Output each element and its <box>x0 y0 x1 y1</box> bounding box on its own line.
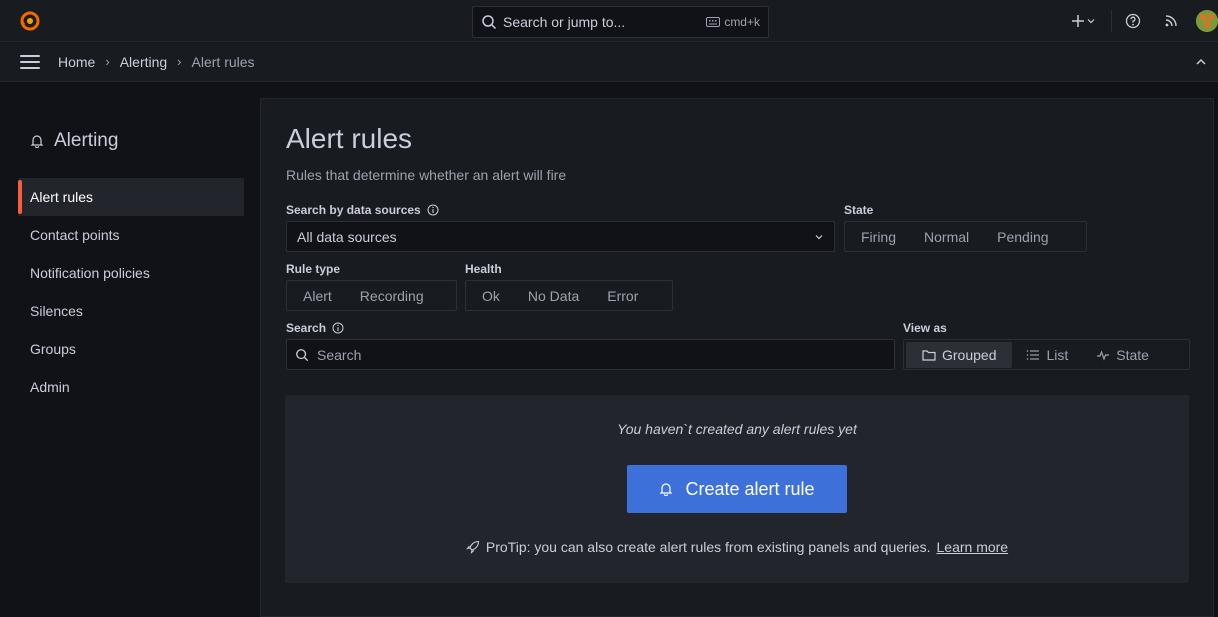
learn-more-link[interactable]: Learn more <box>937 539 1009 555</box>
state-label-text: State <box>844 203 874 217</box>
search-input[interactable]: Search <box>286 339 895 370</box>
sidebar-item-admin[interactable]: Admin <box>18 368 244 406</box>
rocket-icon <box>466 540 479 554</box>
page-title: Alert rules <box>286 123 413 154</box>
search-label: Search <box>286 321 344 335</box>
health-option-error[interactable]: Error <box>593 283 652 309</box>
breadcrumb-alert-rules: Alert rules <box>191 53 255 70</box>
folder-icon <box>922 349 936 361</box>
rule-type-filter: Alert Recording <box>286 280 457 311</box>
chevron-right-icon: › <box>177 54 182 69</box>
create-alert-rule-label: Create alert rule <box>685 478 815 499</box>
search-placeholder: Search <box>317 346 362 363</box>
plus-icon <box>1072 15 1084 27</box>
info-icon[interactable] <box>427 204 439 216</box>
view-as-option-grouped[interactable]: Grouped <box>906 341 1013 368</box>
section-nav: Alerting Alert rules Contact points Noti… <box>0 82 260 617</box>
state-option-pending[interactable]: Pending <box>983 224 1062 250</box>
breadcrumb-bar: Home › Alerting › Alert rules <box>0 42 1218 82</box>
bell-icon <box>30 135 44 148</box>
sidebar-item-alert-rules[interactable]: Alert rules <box>18 178 244 216</box>
datasource-select-value: All data sources <box>297 228 397 245</box>
empty-state-message: You haven`t created any alert rules yet <box>617 421 857 437</box>
rule-type-label: Rule type <box>286 262 340 276</box>
shortcut-label: cmd+k <box>724 15 760 29</box>
create-alert-rule-button[interactable]: Create alert rule <box>627 465 847 513</box>
help-icon <box>1125 13 1141 29</box>
state-option-normal[interactable]: Normal <box>910 224 983 250</box>
section-title: Alerting <box>30 130 118 152</box>
protip: ProTip: you can also create alert rules … <box>285 539 1189 555</box>
health-label: Health <box>465 262 502 276</box>
help-button[interactable] <box>1122 6 1144 36</box>
menu-toggle-icon[interactable] <box>20 54 40 69</box>
empty-state: You haven`t created any alert rules yet … <box>285 395 1189 583</box>
datasource-label-text: Search by data sources <box>286 203 421 217</box>
new-menu-button[interactable] <box>1065 6 1101 36</box>
breadcrumb: Home › Alerting › Alert rules <box>58 54 255 70</box>
rule-type-label-text: Rule type <box>286 262 341 276</box>
health-label-text: Health <box>465 262 502 276</box>
datasource-select[interactable]: All data sources <box>286 221 835 252</box>
health-option-ok[interactable]: Ok <box>468 283 514 309</box>
protip-text: ProTip: you can also create alert rules … <box>485 539 931 555</box>
state-filter: Firing Normal Pending <box>844 221 1087 252</box>
state-option-firing[interactable]: Firing <box>847 224 910 250</box>
chevron-up-icon[interactable] <box>1194 55 1208 69</box>
view-as-filter: Grouped List State <box>903 339 1190 370</box>
sidebar-item-contact-points[interactable]: Contact points <box>18 216 244 254</box>
health-option-no-data[interactable]: No Data <box>514 283 593 309</box>
rule-type-option-alert[interactable]: Alert <box>289 283 346 309</box>
top-bar: Search or jump to... cmd+k <box>0 0 1218 42</box>
section-nav-list: Alert rules Contact points Notification … <box>18 178 244 406</box>
chevron-down-icon <box>1087 19 1095 24</box>
view-as-option-list[interactable]: List <box>1012 342 1082 368</box>
divider <box>1111 10 1112 32</box>
heartbeat-icon <box>1097 349 1110 361</box>
rss-icon <box>1165 15 1177 27</box>
news-button[interactable] <box>1160 6 1182 36</box>
health-filter: Ok No Data Error <box>465 280 673 311</box>
view-as-label: View as <box>903 321 947 335</box>
breadcrumb-home[interactable]: Home <box>58 54 95 70</box>
datasource-label: Search by data sources <box>286 203 439 217</box>
info-icon[interactable] <box>332 322 344 334</box>
state-label: State <box>844 203 873 217</box>
keyboard-shortcut: cmd+k <box>706 15 760 29</box>
list-icon <box>1027 349 1040 360</box>
chevron-right-icon: › <box>105 54 110 69</box>
main-panel: Alert rules Rules that determine whether… <box>260 98 1214 617</box>
bell-icon <box>660 483 673 496</box>
grafana-logo-icon[interactable] <box>19 10 41 32</box>
chevron-down-icon <box>815 234 823 239</box>
search-icon <box>296 348 309 361</box>
view-as-state-label: State <box>1116 346 1149 363</box>
rule-type-option-recording[interactable]: Recording <box>346 283 438 309</box>
sidebar-item-groups[interactable]: Groups <box>18 330 244 368</box>
search-label-text: Search <box>286 321 327 335</box>
sidebar-item-notification-policies[interactable]: Notification policies <box>18 254 244 292</box>
sidebar-item-silences[interactable]: Silences <box>18 292 244 330</box>
global-search-placeholder: Search or jump to... <box>503 14 626 30</box>
view-as-list-label: List <box>1046 346 1069 363</box>
view-as-label-text: View as <box>903 321 947 335</box>
view-as-grouped-label: Grouped <box>942 346 997 363</box>
keyboard-icon <box>706 17 721 27</box>
breadcrumb-alerting[interactable]: Alerting <box>120 54 167 70</box>
page-subtitle: Rules that determine whether an alert wi… <box>286 167 567 183</box>
user-avatar[interactable] <box>1196 10 1218 32</box>
global-search-input[interactable]: Search or jump to... cmd+k <box>472 6 769 38</box>
section-title-label: Alerting <box>54 130 119 151</box>
view-as-option-state[interactable]: State <box>1082 342 1163 368</box>
search-icon <box>482 15 497 30</box>
